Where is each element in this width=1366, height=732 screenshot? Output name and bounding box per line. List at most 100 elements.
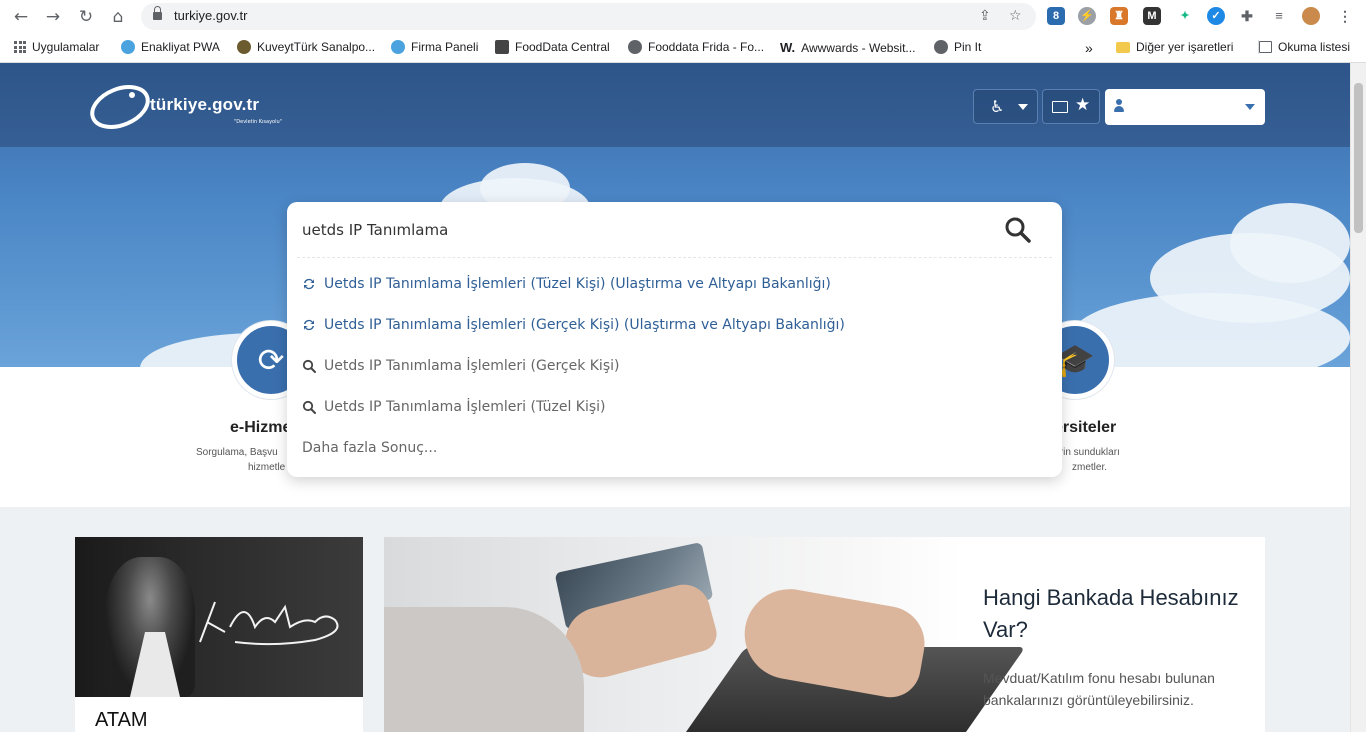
divider — [297, 257, 1052, 258]
bookmark-fooddata-frida[interactable]: Fooddata Frida - Fo... — [628, 40, 764, 54]
bookmarks-bar: Uygulamalar Enakliyat PWA KuveytTürk San… — [0, 33, 1366, 63]
signature-image — [199, 601, 339, 646]
forward-icon[interactable]: → — [42, 6, 64, 28]
user-login-dropdown[interactable] — [1105, 89, 1265, 125]
page-scrollbar[interactable] — [1350, 63, 1366, 732]
bookmark-star-icon[interactable]: ☆ — [1009, 8, 1022, 24]
logo-swoosh-icon — [90, 85, 150, 129]
refresh-icon: ⟳ — [257, 341, 285, 379]
universities-desc: lerin sundukları zmetler. — [1052, 445, 1152, 475]
credit-card-laptop-image — [384, 537, 1026, 732]
bookmark-fooddata[interactable]: FoodData Central — [495, 40, 610, 54]
e-services-desc: Sorgulama, Başvu hizmetle — [196, 445, 296, 475]
suggestion-service-2[interactable]: Uetds IP Tanımlama İşlemleri (Gerçek Kiş… — [302, 317, 845, 333]
extensions-puzzle-icon[interactable]: ✚ — [1238, 7, 1256, 25]
logo-tagline: "Devletin Kısayolu" — [234, 119, 282, 125]
extension-icon-3[interactable]: ♜ — [1110, 7, 1128, 25]
chevron-down-icon — [1018, 104, 1028, 110]
accessibility-button[interactable]: ♿ — [973, 89, 1038, 124]
extension-icon-4[interactable]: M — [1143, 7, 1161, 25]
suggestion-query-2[interactable]: Uetds IP Tanımlama İşlemleri (Tüzel Kişi… — [302, 399, 606, 415]
bookmarks-overflow[interactable]: » — [1085, 40, 1093, 56]
globe-icon — [628, 40, 642, 54]
favicon-icon — [391, 40, 405, 54]
share-icon[interactable]: ⇪ — [979, 8, 991, 24]
suggestion-query-1[interactable]: Uetds IP Tanımlama İşlemleri (Gerçek Kiş… — [302, 358, 619, 374]
bookmark-pin-it[interactable]: Pin It — [934, 40, 981, 54]
bookmark-firma-paneli[interactable]: Firma Paneli — [391, 40, 478, 54]
search-icon — [302, 359, 316, 373]
extension-icon-6[interactable]: ✓ — [1207, 7, 1225, 25]
favicon-icon — [237, 40, 251, 54]
browser-toolbar: ← → ↻ ⌂ turkiye.gov.tr ⇪ ☆ 8 ⚡ ♜ M ✦ ✓ ✚… — [0, 0, 1366, 33]
site-logo[interactable]: türkiye.gov.tr "Devletin Kısayolu" — [88, 81, 288, 131]
bookmark-enakliyat[interactable]: Enakliyat PWA — [121, 40, 220, 54]
content-section: ATAM Hangi Bankada Hesabınız Var? Mevdua… — [0, 507, 1350, 732]
home-icon[interactable]: ⌂ — [107, 6, 129, 28]
atam-title: ATAM — [95, 709, 148, 731]
suggestion-service-1[interactable]: Uetds IP Tanımlama İşlemleri (Tüzel Kişi… — [302, 276, 831, 292]
search-input[interactable] — [302, 218, 982, 242]
profile-avatar[interactable] — [1302, 7, 1320, 25]
usda-favicon-icon — [495, 40, 509, 54]
bookmark-label: Pin It — [954, 40, 982, 54]
favorites-button[interactable]: ★ — [1042, 89, 1100, 124]
ataturk-portrait-image — [75, 537, 363, 697]
bookmark-label: Firma Paneli — [411, 40, 479, 54]
back-icon[interactable]: ← — [10, 6, 32, 28]
wheelchair-icon: ♿ — [990, 97, 1005, 116]
atam-card[interactable]: ATAM — [75, 537, 363, 732]
menu-icon[interactable]: ⋮ — [1336, 7, 1354, 25]
more-results-link[interactable]: Daha fazla Sonuç... — [302, 440, 437, 456]
reading-list[interactable]: Okuma listesi — [1258, 40, 1350, 54]
desc-line: zmetler. — [1072, 462, 1108, 473]
bookmark-label: Uygulamalar — [32, 40, 100, 54]
desc-line: hizmetle — [248, 462, 286, 473]
bank-account-card[interactable]: Hangi Bankada Hesabınız Var? Mevduat/Kat… — [384, 537, 1265, 732]
extension-icon-2[interactable]: ⚡ — [1078, 7, 1096, 25]
favicon-icon — [121, 40, 135, 54]
apps-grid-icon — [14, 41, 26, 53]
lock-icon — [153, 6, 162, 21]
address-url[interactable]: turkiye.gov.tr — [174, 8, 247, 23]
suggestion-text: Uetds IP Tanımlama İşlemleri (Gerçek Kiş… — [324, 317, 845, 333]
media-icon[interactable]: ≡ — [1270, 7, 1288, 25]
search-panel: Uetds IP Tanımlama İşlemleri (Tüzel Kişi… — [287, 202, 1062, 477]
reading-list-label: Okuma listesi — [1278, 40, 1351, 54]
search-icon[interactable] — [1004, 216, 1032, 244]
scrollbar-thumb[interactable] — [1354, 83, 1363, 233]
refresh-icon — [304, 319, 314, 331]
globe-icon — [934, 40, 948, 54]
id-card-icon — [1052, 101, 1068, 113]
address-bar[interactable]: turkiye.gov.tr ⇪ ☆ — [141, 3, 1036, 30]
folder-icon — [1116, 41, 1130, 53]
reading-list-icon — [1259, 41, 1272, 53]
suggestion-text: Uetds IP Tanımlama İşlemleri (Tüzel Kişi… — [324, 276, 831, 292]
bookmark-label: Enakliyat PWA — [141, 40, 220, 54]
bank-description: Mevduat/Katılım fonu hesabı bulunan bank… — [983, 670, 1215, 708]
bookmark-label: Fooddata Frida - Fo... — [648, 40, 765, 54]
bookmark-kuveytturk[interactable]: KuveytTürk Sanalpo... — [237, 40, 375, 54]
suggestion-text: Uetds IP Tanımlama İşlemleri (Tüzel Kişi… — [324, 399, 606, 415]
logo-text: türkiye.gov.tr — [150, 95, 260, 114]
bookmark-awwwards[interactable]: W. Awwwards - Websit... — [780, 40, 915, 55]
star-icon: ★ — [1075, 95, 1091, 115]
extension-icon-1[interactable]: 8 — [1047, 7, 1065, 25]
refresh-icon — [304, 278, 314, 290]
awwwards-icon: W. — [780, 40, 796, 55]
extension-icon-5[interactable]: ✦ — [1176, 7, 1194, 25]
reload-icon[interactable]: ↻ — [75, 6, 97, 28]
bank-title: Hangi Bankada Hesabınız Var? — [983, 585, 1239, 642]
bookmark-label: FoodData Central — [515, 40, 610, 54]
e-services-title[interactable]: e-Hizme — [230, 419, 291, 437]
user-icon — [1114, 99, 1124, 113]
desc-line: Sorgulama, Başvu — [196, 447, 278, 458]
suggestion-text: Uetds IP Tanımlama İşlemleri (Gerçek Kiş… — [324, 358, 620, 374]
bookmark-label: Awwwards - Websit... — [801, 40, 916, 55]
bookmark-apps[interactable]: Uygulamalar — [14, 40, 99, 54]
other-bookmarks-label: Diğer yer işaretleri — [1136, 40, 1234, 54]
universities-title[interactable]: ersiteler — [1054, 419, 1116, 437]
other-bookmarks[interactable]: Diğer yer işaretleri — [1116, 40, 1233, 54]
page-viewport: türkiye.gov.tr "Devletin Kısayolu" ♿ ★ ⟳… — [0, 63, 1350, 732]
chevron-down-icon — [1245, 104, 1255, 110]
